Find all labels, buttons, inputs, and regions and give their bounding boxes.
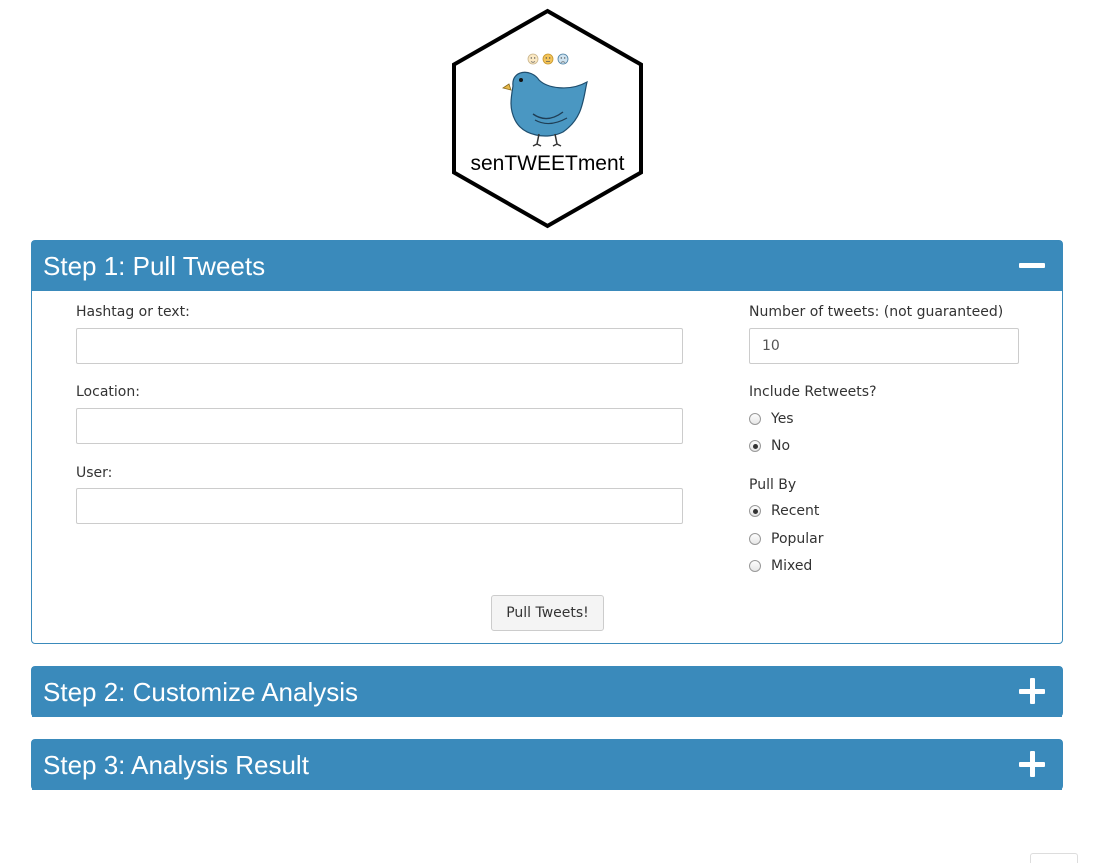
step1-title: Step 1: Pull Tweets — [43, 250, 266, 281]
location-label: Location: — [76, 384, 140, 400]
app-logo: senTWEETment — [451, 8, 644, 230]
pullby-option-mixed[interactable]: Mixed — [749, 558, 812, 574]
location-input[interactable] — [76, 408, 683, 444]
emoji-faces-icon — [527, 53, 569, 65]
collapse-icon[interactable] — [1019, 252, 1047, 280]
step2-panel: Step 2: Customize Analysis — [31, 666, 1063, 717]
hashtag-input[interactable] — [76, 328, 683, 364]
step3-header[interactable]: Step 3: Analysis Result — [32, 740, 1062, 790]
step2-title: Step 2: Customize Analysis — [43, 676, 359, 707]
bottom-corner-widget — [1030, 853, 1078, 863]
pull-tweets-button[interactable]: Pull Tweets! — [491, 595, 604, 631]
pullby-option-recent[interactable]: Recent — [749, 503, 819, 519]
radio-icon[interactable] — [749, 413, 761, 425]
step1-panel: Step 1: Pull Tweets Hashtag or text: Loc… — [31, 240, 1063, 644]
retweets-label: Include Retweets? — [749, 384, 877, 400]
step2-header[interactable]: Step 2: Customize Analysis — [32, 667, 1062, 717]
hashtag-label: Hashtag or text: — [76, 304, 190, 320]
retweets-option-yes[interactable]: Yes — [749, 411, 794, 427]
user-input[interactable] — [76, 488, 683, 524]
pullby-option-popular[interactable]: Popular — [749, 531, 824, 547]
radio-selected-icon[interactable] — [749, 505, 761, 517]
step3-title: Step 3: Analysis Result — [43, 749, 309, 780]
num-tweets-label: Number of tweets: (not guaranteed) — [749, 304, 1004, 320]
bird-logo-icon: senTWEETment — [452, 8, 643, 229]
radio-icon[interactable] — [749, 533, 761, 545]
retweets-option-no[interactable]: No — [749, 438, 790, 454]
user-label: User: — [76, 465, 113, 481]
expand-icon[interactable] — [1019, 678, 1047, 706]
radio-selected-icon[interactable] — [749, 440, 761, 452]
radio-icon[interactable] — [749, 560, 761, 572]
logo-text: senTWEETment — [470, 152, 624, 175]
num-tweets-input[interactable]: 10 — [749, 328, 1019, 364]
expand-icon[interactable] — [1019, 751, 1047, 779]
step1-header[interactable]: Step 1: Pull Tweets — [32, 241, 1062, 291]
step3-panel: Step 3: Analysis Result — [31, 739, 1063, 790]
pullby-label: Pull By — [749, 477, 797, 493]
